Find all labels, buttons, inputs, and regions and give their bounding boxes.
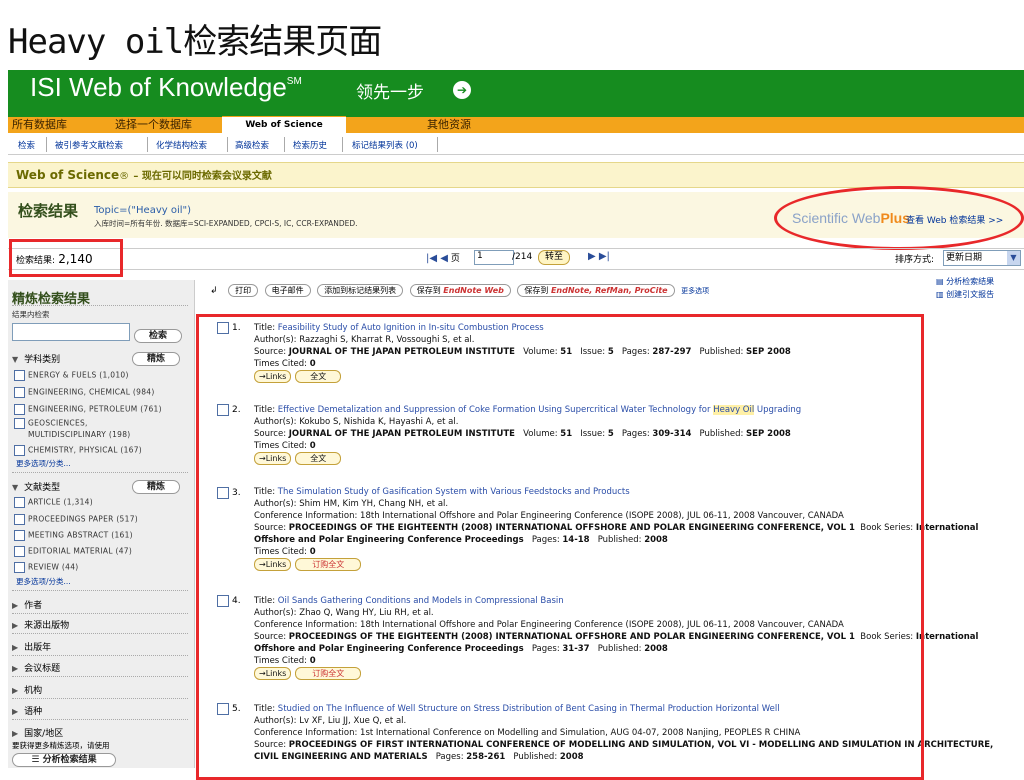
doctype-option[interactable]: ARTICLE (1,314) [14, 497, 93, 508]
divider [12, 698, 188, 699]
nav-structure-search[interactable]: 化学结构检索 [156, 139, 207, 151]
divider [12, 613, 188, 614]
email-button[interactable]: 电子邮件 [264, 284, 311, 297]
search-limits: 入库时间=所有年份. 数据库=SCI-EXPANDED, CPCI-S, IC,… [94, 219, 358, 228]
nav-divider [284, 137, 285, 152]
isi-logo[interactable]: ISI Web of KnowledgeSM [30, 72, 302, 103]
more-options-link[interactable]: 更多选项/分类... [16, 576, 71, 587]
result-toolbar: ↲ 打印 电子邮件 添加到标记结果列表 保存到 EndNote Web 保存到 … [210, 284, 709, 297]
caret-down-icon: ▼ [12, 355, 19, 364]
sidebar-section-author[interactable]: ▶ 作者 [12, 598, 42, 611]
slide-title: Heavy oil检索结果页面 [8, 22, 382, 62]
list-icon: ☰ [31, 755, 43, 765]
tab-choose-database[interactable]: 选择一个数据库 [115, 117, 192, 133]
sidebar-section-source[interactable]: ▶ 来源出版物 [12, 618, 69, 631]
doctype-option[interactable]: EDITORIAL MATERIAL (47) [14, 546, 132, 557]
sidebar-section-conference[interactable]: ▶ 会议标题 [12, 661, 60, 674]
sort-select[interactable]: 更新日期 ▼ [943, 250, 1021, 266]
divider [12, 633, 188, 634]
subject-option[interactable]: CHEMISTRY, PHYSICAL (167) [14, 445, 142, 456]
more-options-link[interactable]: 更多选项/分类... [16, 458, 71, 469]
sidebar-footnote: 要获得更多精炼选项，请使用 [12, 741, 110, 750]
nav-cited-reference-search[interactable]: 被引参考文献检索 [55, 139, 123, 151]
goto-page-button[interactable]: 转至 [538, 250, 571, 265]
caret-right-icon: ▶ [12, 707, 19, 716]
divider [12, 719, 188, 720]
doctype-option[interactable]: PROCEEDINGS PAPER (517) [14, 514, 138, 525]
page-total: /214 [512, 252, 533, 262]
slogan: 领先一步 [356, 83, 424, 103]
analyze-results-button[interactable]: ☰ 分析检索结果 [12, 753, 116, 767]
wos-title: Web of Science® – 现在可以同时检索会议录文献 [16, 168, 272, 182]
nav-search[interactable]: 检索 [18, 139, 35, 151]
analyze-results-link[interactable]: ▤ 分析检索结果 [936, 276, 994, 287]
divider [12, 305, 188, 306]
search-within-button[interactable]: 检索 [134, 329, 182, 343]
results-title: 检索结果 [18, 202, 79, 220]
caret-right-icon: ▶ [12, 601, 19, 610]
caret-right-icon: ▶ [12, 621, 19, 630]
nav-divider [227, 137, 228, 152]
search-within-input[interactable] [12, 323, 130, 341]
highlight-box [9, 239, 123, 277]
subject-option-cont: MULTIDISCIPLINARY (198) [28, 430, 131, 439]
caret-right-icon: ▶ [12, 729, 19, 738]
add-to-marked-list-button[interactable]: 添加到标记结果列表 [317, 284, 404, 297]
print-button[interactable]: 打印 [228, 284, 259, 297]
tab-other-resources[interactable]: 其他资源 [427, 117, 471, 133]
doctype-option[interactable]: REVIEW (44) [14, 562, 79, 573]
caret-down-icon: ▼ [12, 483, 19, 492]
nav-divider [147, 137, 148, 152]
sort-label: 排序方式: [895, 255, 935, 265]
subject-option[interactable]: ENGINEERING, PETROLEUM (761) [14, 404, 162, 415]
arrow-icon[interactable]: ➔ [453, 81, 471, 99]
document-type-section[interactable]: ▼ 文献类型 [12, 480, 60, 493]
caret-right-icon: ▶ [12, 686, 19, 695]
select-arrow-icon[interactable]: ↲ [210, 286, 218, 296]
tab-web-of-science[interactable]: Web of Science [222, 116, 346, 134]
sidebar-section-country[interactable]: ▶ 国家/地区 [12, 726, 63, 739]
save-to-endnote-web-button[interactable]: 保存到 EndNote Web [409, 284, 511, 297]
search-within-label: 结果内检索 [12, 310, 50, 319]
sidebar-section-language[interactable]: ▶ 语种 [12, 704, 42, 717]
pager-next[interactable]: ▶ ▶| [588, 251, 610, 262]
doctype-option[interactable]: MEETING ABSTRACT (161) [14, 530, 133, 541]
tab-all-databases[interactable]: 所有数据库 [12, 117, 67, 133]
save-to-endnote-button[interactable]: 保存到 EndNote, RefMan, ProCite [517, 284, 675, 297]
nav-divider [46, 137, 47, 152]
divider [12, 590, 188, 591]
nav-marked-list[interactable]: 标记结果列表 (0) [352, 139, 418, 151]
more-options-link[interactable]: 更多选项 [681, 287, 709, 295]
page-number-input[interactable]: 1 [474, 250, 514, 265]
chevron-down-icon[interactable]: ▼ [1007, 251, 1020, 265]
sidebar-section-year[interactable]: ▶ 出版年 [12, 640, 51, 653]
divider [12, 472, 188, 473]
caret-right-icon: ▶ [12, 664, 19, 673]
nav-divider [437, 137, 438, 152]
subject-option[interactable]: GEOSCIENCES, [14, 418, 88, 429]
list-icon: ▤ [936, 277, 947, 286]
citation-report-link[interactable]: ▥ 创建引文报告 [936, 289, 994, 300]
divider [12, 676, 188, 677]
refine-doctype-button[interactable]: 精炼 [132, 480, 180, 494]
caret-right-icon: ▶ [12, 643, 19, 652]
divider [12, 655, 188, 656]
refine-subject-button[interactable]: 精炼 [132, 352, 180, 366]
search-topic: Topic=("Heavy oil") [94, 205, 192, 216]
nav-search-history[interactable]: 检索历史 [293, 139, 327, 151]
nav-divider [342, 137, 343, 152]
subject-category-section[interactable]: ▼ 学科类别 [12, 352, 60, 365]
sidebar-section-institution[interactable]: ▶ 机构 [12, 683, 42, 696]
subject-option[interactable]: ENGINEERING, CHEMICAL (984) [14, 387, 155, 398]
highlight-oval [774, 186, 1024, 250]
bar-chart-icon: ▥ [936, 290, 947, 299]
subject-option[interactable]: ENERGY & FUELS (1,010) [14, 370, 129, 381]
pager-prev[interactable]: |◀ ◀ 页 [426, 251, 460, 264]
highlight-box [196, 314, 924, 780]
nav-advanced-search[interactable]: 高级检索 [235, 139, 269, 151]
